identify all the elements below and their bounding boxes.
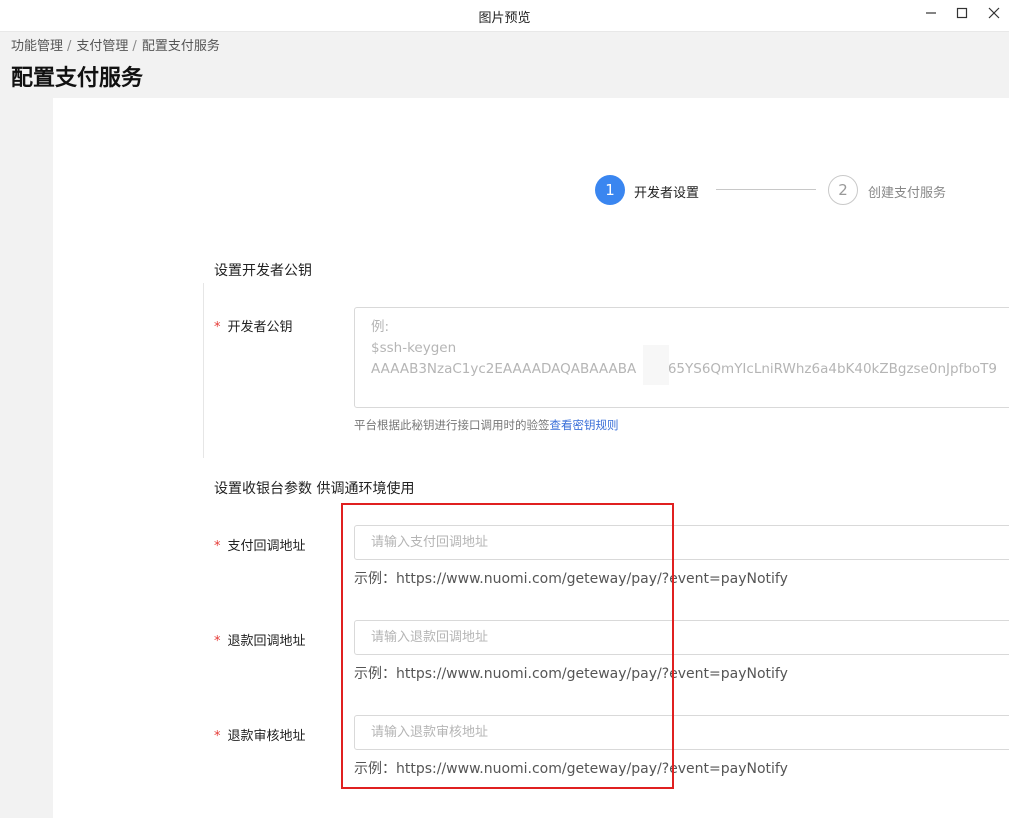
refund-review-label: 退款审核地址 [227,729,306,744]
close-icon [988,7,1000,19]
window-title: 图片预览 [478,11,531,26]
breadcrumb-separator: / [132,39,137,54]
refund-review-input[interactable]: 请输入退款审核地址 [354,715,1009,750]
breadcrumb-item-configure-payment: 配置支付服务 [141,39,220,54]
section-divider [203,283,206,458]
close-button[interactable] [983,3,1005,23]
maximize-button[interactable] [951,3,973,23]
window-titlebar: 图片预览 [0,0,1009,32]
refund-callback-example: 示例：https://www.nuomi.com/geteway/pay/?ev… [354,666,788,682]
hint-text: 平台根据此秘钥进行接口调用时的验签 [354,418,550,432]
left-margin [0,98,53,816]
developer-key-hint: 平台根据此秘钥进行接口调用时的验签查看密钥规则 [354,417,619,433]
breadcrumb: 功能管理 / 支付管理 / 配置支付服务 [11,35,220,54]
developer-key-label: 开发者公钥 [227,320,293,335]
redaction-mark [643,345,669,385]
field-label-refund-review: * 退款审核地址 [214,725,306,744]
breadcrumb-item-payment-management[interactable]: 支付管理 [76,39,128,54]
developer-key-textarea[interactable]: 例: $ssh-keygen AAAAB3NzaC1yc2EAAAADAQABA… [354,307,1009,408]
section-title-developer-key: 设置开发者公钥 [214,263,312,279]
page-title: 配置支付服务 [11,66,144,91]
section-title-cashier-params: 设置收银台参数 供调通环境使用 [214,481,415,497]
minimize-button[interactable] [920,3,942,23]
refund-callback-label: 退款回调地址 [227,634,306,649]
field-label-developer-key: * 开发者公钥 [214,316,293,335]
breadcrumb-item-feature-management[interactable]: 功能管理 [11,39,63,54]
required-mark: * [214,729,221,744]
pay-callback-example: 示例：https://www.nuomi.com/geteway/pay/?ev… [354,571,788,587]
step-2-label: 创建支付服务 [868,186,947,201]
pay-callback-input[interactable]: 请输入支付回调地址 [354,525,1009,560]
required-mark: * [214,320,221,335]
breadcrumb-separator: / [67,39,72,54]
refund-callback-input[interactable]: 请输入退款回调地址 [354,620,1009,655]
view-key-rules-link[interactable]: 查看密钥规则 [550,418,619,432]
maximize-icon [956,7,968,19]
step-1-label: 开发者设置 [634,186,700,201]
pay-callback-label: 支付回调地址 [227,539,306,554]
step-connector [716,189,816,190]
required-mark: * [214,634,221,649]
field-label-refund-callback: * 退款回调地址 [214,630,306,649]
content-card [53,98,1009,818]
refund-review-example: 示例：https://www.nuomi.com/geteway/pay/?ev… [354,761,788,777]
step-1-indicator: 1 [595,175,625,205]
step-2-indicator: 2 [828,175,858,205]
required-mark: * [214,539,221,554]
minimize-icon [926,12,936,14]
field-label-pay-callback: * 支付回调地址 [214,535,306,554]
